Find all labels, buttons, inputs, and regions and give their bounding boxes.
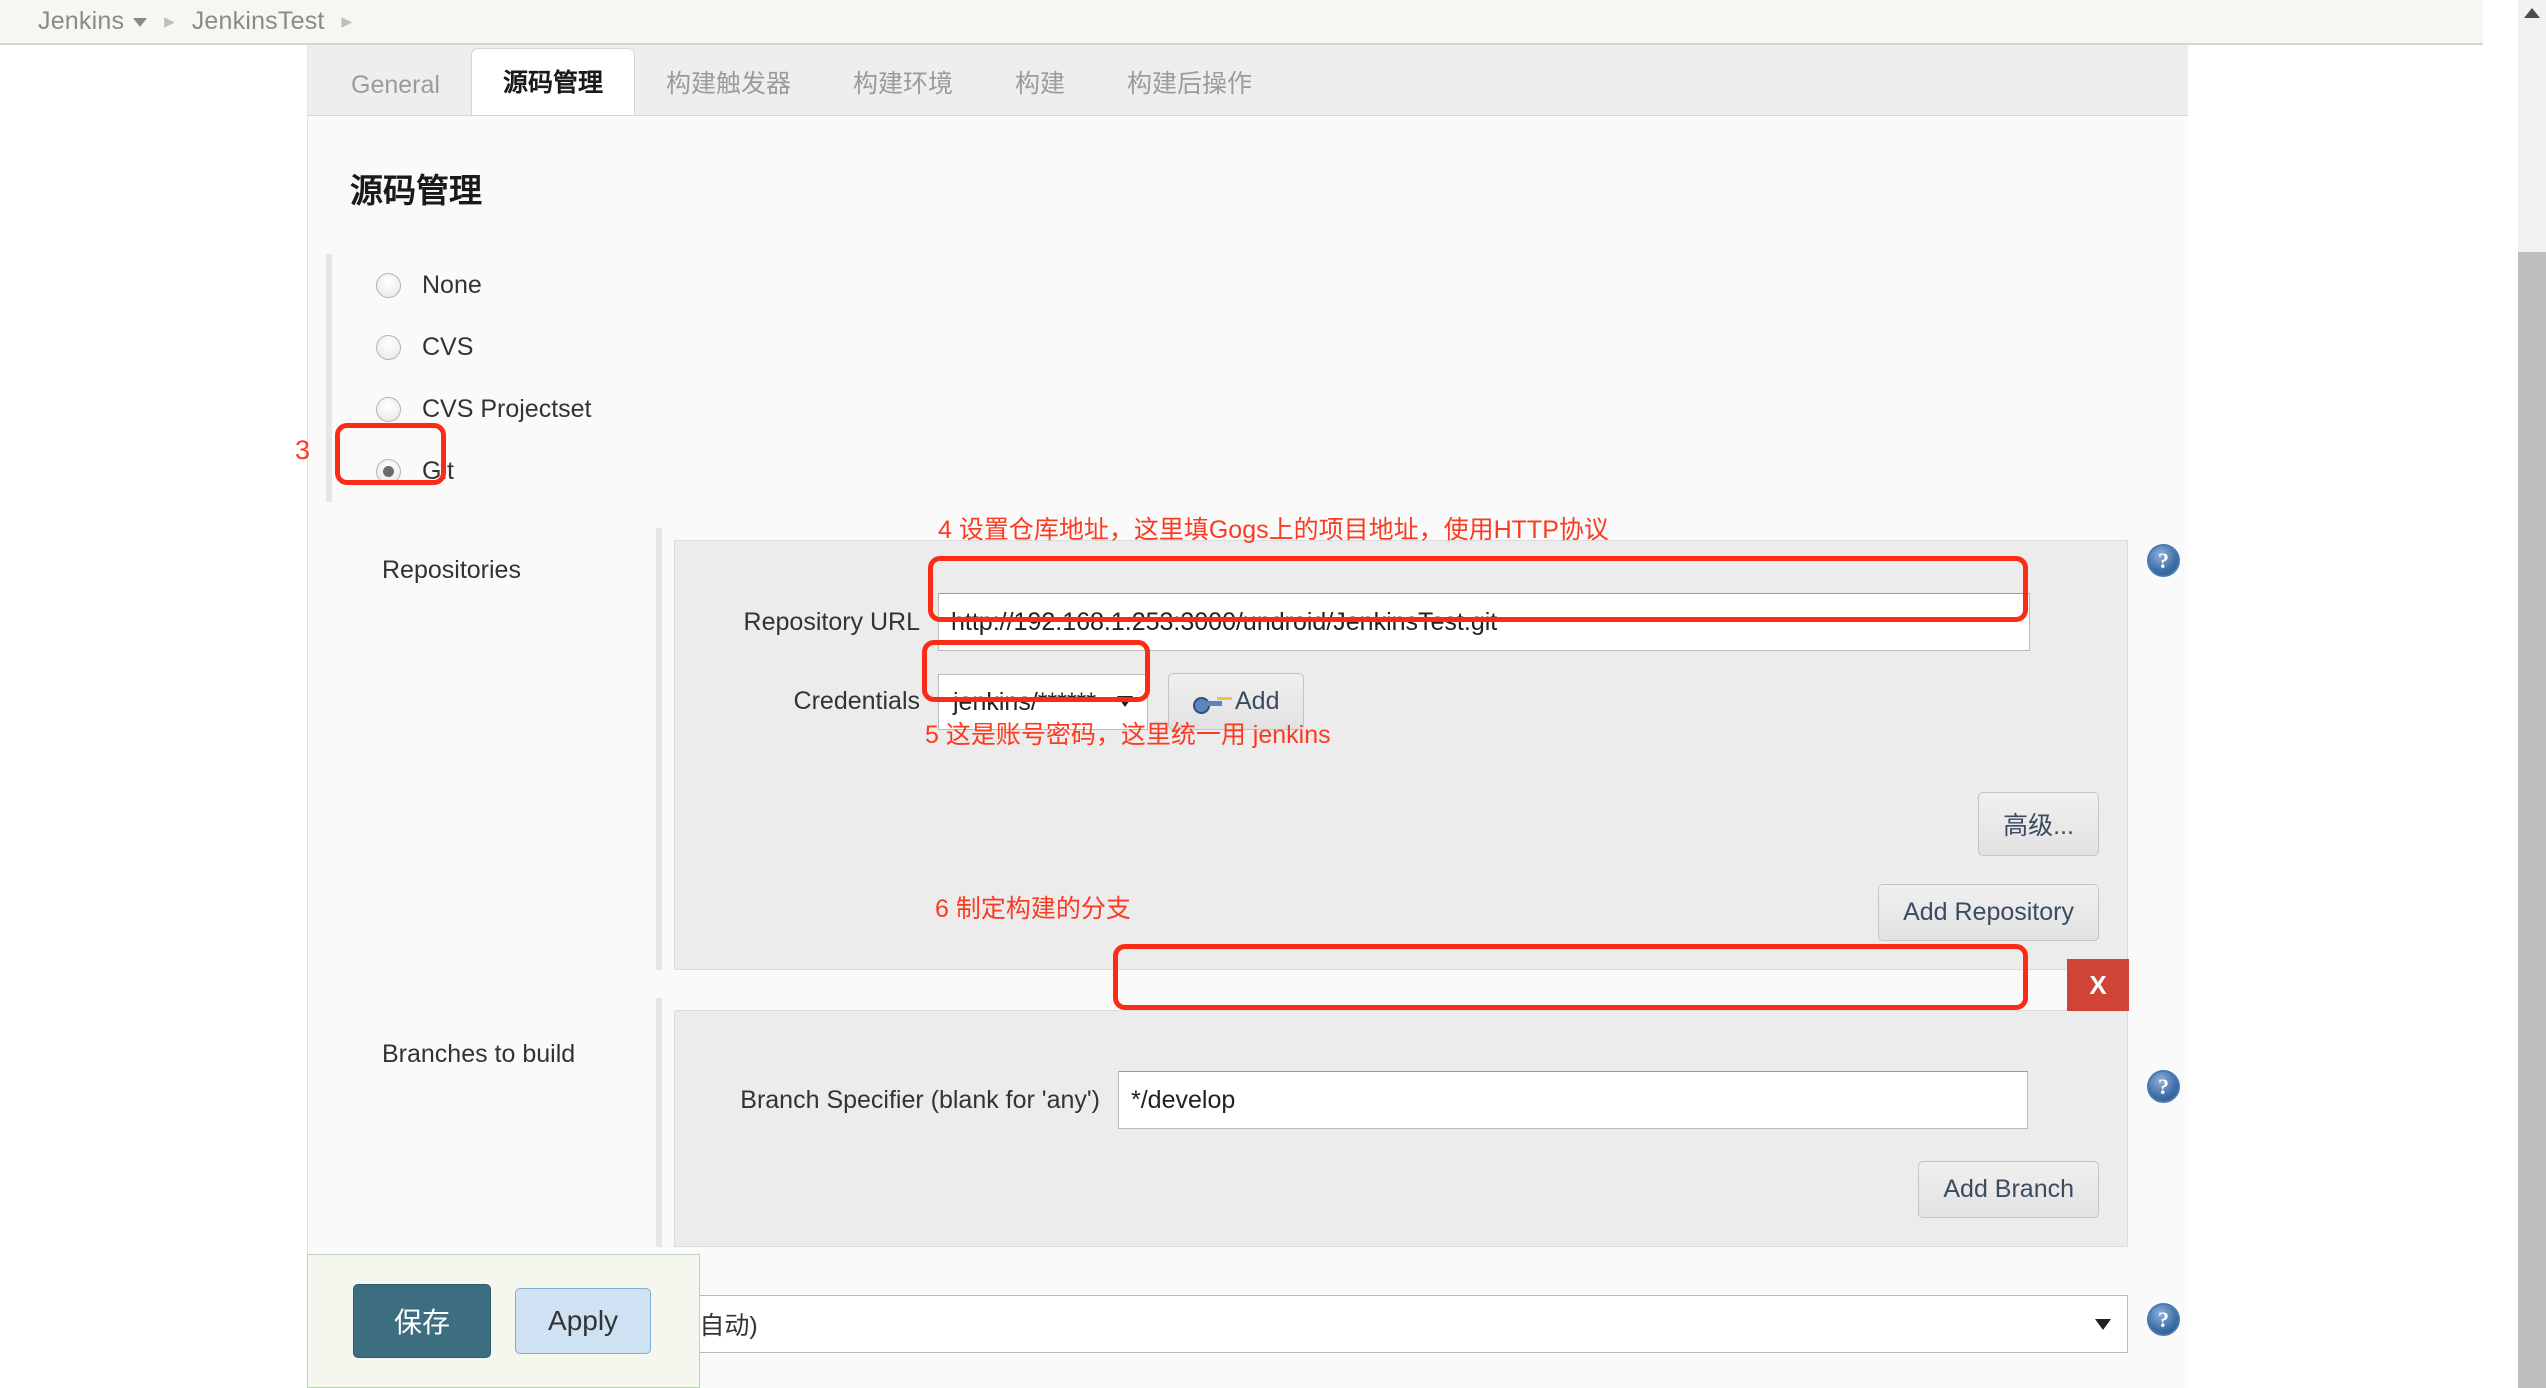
tab-build[interactable]: 构建 (984, 50, 1096, 116)
page-title: 源码管理 (350, 172, 482, 209)
breadcrumb: Jenkins ▸ JenkinsTest ▸ (0, 0, 2483, 45)
breadcrumb-label-jenkins: Jenkins (38, 7, 125, 35)
help-icon[interactable]: ? (2147, 1070, 2180, 1103)
tab-post-build-actions[interactable]: 构建后操作 (1096, 50, 1283, 116)
radio-none-icon[interactable] (376, 272, 401, 298)
branch-specifier-input[interactable]: */develop (1118, 1071, 2028, 1129)
repo-browser-help-slot: ? (2147, 1303, 2180, 1336)
add-branch-row: Add Branch (703, 1161, 2099, 1218)
delete-branch-button[interactable]: X (2067, 959, 2129, 1011)
tab-source-code-management[interactable]: 源码管理 (470, 48, 635, 116)
save-button[interactable]: 保存 (353, 1284, 492, 1358)
save-bar: 保存 Apply (307, 1254, 700, 1388)
app-root: Jenkins ▸ JenkinsTest ▸ General 源码管理 构建触… (0, 0, 2546, 1388)
credentials-label: Credentials (793, 687, 920, 715)
branches-label: Branches to build (382, 1040, 576, 1068)
scm-option-label-none: None (422, 270, 482, 299)
repo-browser-body: (自动) ? (656, 1281, 2188, 1353)
annotation-5-text: 5 这是账号密码，这里统一用 jenkins (925, 721, 1331, 749)
key-icon (1193, 692, 1223, 714)
scm-option-label-cvs-projectset: CVS Projectset (422, 394, 592, 423)
scroll-up-arrow-icon[interactable] (2524, 8, 2540, 18)
config-tab-bar: General 源码管理 构建触发器 构建环境 构建 构建后操作 (308, 45, 2188, 116)
repositories-help-slot: ? (2147, 544, 2180, 577)
branches-row: Branches to build Branch Specifier (blan… (326, 959, 2188, 1247)
advanced-button[interactable]: 高级... (1978, 792, 2099, 856)
radio-git-icon[interactable] (376, 458, 401, 484)
repositories-label: Repositories (382, 556, 521, 584)
breadcrumb-item-jenkins[interactable]: Jenkins (38, 7, 148, 36)
credentials-row: Credentials jenkins/****** Add (703, 673, 2099, 730)
annotation-6-text: 6 制定构建的分支 (935, 895, 1131, 923)
apply-button[interactable]: Apply (515, 1288, 652, 1354)
chevron-down-icon[interactable] (1117, 696, 1133, 707)
branch-specifier-label: Branch Specifier (blank for 'any') (740, 1085, 1100, 1114)
repository-panel: Repository URL http://192.168.1.253:3000… (674, 540, 2128, 970)
scm-option-label-git: Git (422, 456, 454, 485)
repository-url-input[interactable]: http://192.168.1.253:3000/undroid/Jenkin… (938, 593, 2030, 651)
add-repository-row: Add Repository (703, 884, 2099, 941)
scm-option-none[interactable]: None (354, 254, 2188, 316)
add-branch-button[interactable]: Add Branch (1918, 1161, 2099, 1218)
branches-body: Branch Specifier (blank for 'any') */dev… (656, 959, 2188, 1247)
add-credentials-label: Add (1235, 687, 1280, 715)
annotation-number-3: 3 (295, 435, 311, 465)
scm-radio-group: None CVS CVS Projectset Git (326, 254, 2188, 502)
scrollbar-track[interactable] (2518, 0, 2546, 252)
radio-cvs-projectset-icon[interactable] (376, 396, 401, 422)
scm-option-label-cvs: CVS (422, 332, 474, 361)
advanced-button-row: 高级... (703, 792, 2099, 856)
scm-form: 源码管理 None CVS CVS Projectset Git Reposit… (308, 115, 2188, 1388)
repositories-body: Repository URL http://192.168.1.253:3000… (656, 528, 2188, 970)
repo-browser-select[interactable]: (自动) (674, 1295, 2128, 1353)
scrollbar-thumb[interactable] (2518, 252, 2546, 1388)
breadcrumb-item-jenkinstest[interactable]: JenkinsTest (192, 7, 325, 36)
branches-help-slot: ? (2147, 1070, 2180, 1103)
breadcrumb-separator-1: ▸ (164, 10, 175, 33)
help-icon[interactable]: ? (2147, 1303, 2180, 1336)
repository-url-label: Repository URL (743, 607, 920, 636)
breadcrumb-separator-2: ▸ (341, 10, 353, 33)
radio-cvs-icon[interactable] (376, 334, 401, 360)
add-repository-button[interactable]: Add Repository (1878, 884, 2099, 941)
tab-build-environment[interactable]: 构建环境 (822, 50, 984, 116)
branch-panel: Branch Specifier (blank for 'any') */dev… (674, 959, 2129, 1247)
tab-general[interactable]: General (320, 57, 471, 116)
repo-browser-selected-value: (自动) (691, 1312, 758, 1340)
annotation-4-text: 4 设置仓库地址，这里填Gogs上的项目地址，使用HTTP协议 (938, 516, 1609, 544)
scm-option-cvs-projectset[interactable]: CVS Projectset (354, 378, 2188, 440)
chevron-down-icon[interactable] (133, 17, 148, 27)
scm-option-cvs[interactable]: CVS (354, 316, 2188, 378)
help-icon[interactable]: ? (2147, 544, 2180, 577)
tab-build-triggers[interactable]: 构建触发器 (635, 50, 822, 116)
page-scrollbar[interactable] (2518, 0, 2546, 1388)
scm-option-git[interactable]: Git (354, 440, 2188, 502)
chevron-down-icon[interactable] (2095, 1318, 2111, 1330)
repository-url-row: Repository URL http://192.168.1.253:3000… (703, 593, 2099, 651)
branch-specifier-row: Branch Specifier (blank for 'any') */dev… (703, 1071, 2099, 1129)
